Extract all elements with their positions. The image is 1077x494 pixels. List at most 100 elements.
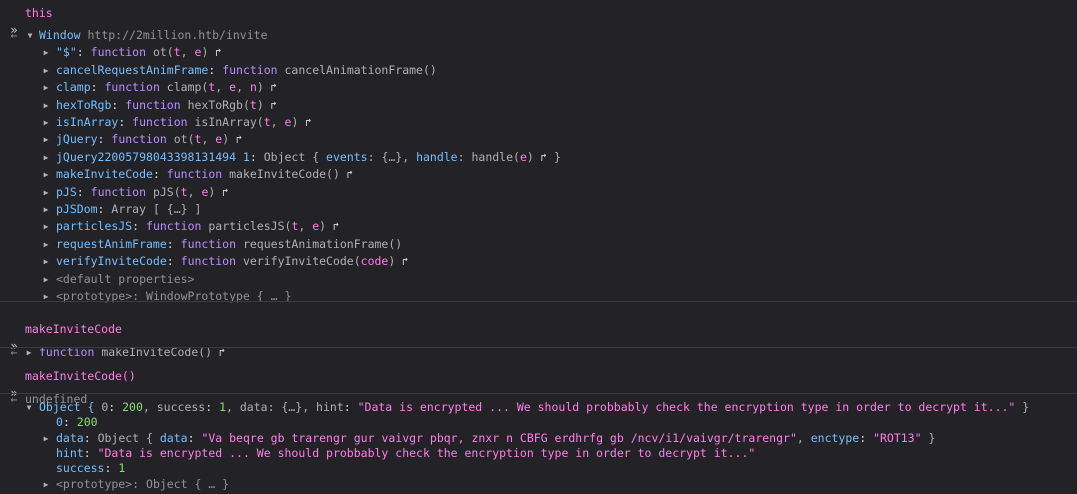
token: : [166, 236, 181, 251]
jump-to-definition-icon[interactable]: ↱ [298, 116, 312, 129]
console-input-text: makeInviteCode [25, 322, 122, 336]
token: : [90, 80, 105, 95]
token: t [263, 115, 271, 129]
token: : [208, 62, 223, 77]
token: success [56, 461, 105, 475]
collapsed-twisty-icon[interactable]: ▶ [41, 79, 51, 96]
jump-to-definition-icon[interactable]: ↱ [264, 81, 277, 94]
token: t [249, 97, 257, 112]
jump-to-definition-icon[interactable]: ↱ [395, 255, 409, 268]
token: pJSDom [56, 202, 98, 216]
tree-row-text: requestAnimFrame: function requestAnimat… [56, 236, 402, 253]
collapsed-twisty-icon[interactable]: ▶ [41, 271, 51, 288]
console-input-text: this [25, 6, 53, 20]
jump-to-definition-icon[interactable]: ↱ [326, 220, 340, 233]
collapsed-twisty-icon[interactable]: ▶ [41, 288, 51, 305]
tree-row-text: <default properties> [56, 271, 194, 288]
collapsed-twisty-icon[interactable]: ▶ [41, 253, 51, 270]
collapsed-twisty-icon[interactable]: ▶ [41, 149, 51, 166]
jump-to-definition-icon[interactable]: ↱ [340, 168, 354, 181]
token: success [156, 400, 206, 414]
collapsed-twisty-icon[interactable]: ▶ [41, 184, 51, 201]
collapsed-twisty-icon[interactable]: ▶ [41, 44, 51, 61]
token: pJS [56, 184, 77, 199]
token: code [360, 254, 389, 269]
tree-row-text: particlesJS: function particlesJS(t, e) … [56, 218, 339, 235]
tree-row-text: jQuery22005798043398131494 1: Object { e… [56, 149, 561, 166]
expanded-twisty-icon[interactable]: ▼ [24, 399, 34, 416]
token: "Data is encrypted ... We should probbab… [97, 446, 756, 460]
token: 200 [122, 400, 143, 414]
collapsed-twisty-icon[interactable]: ▶ [41, 201, 51, 218]
jump-to-definition-icon[interactable]: ↱ [534, 151, 547, 164]
tree-row-text: <prototype>: Object { … } [56, 476, 229, 493]
token: : [457, 149, 472, 164]
collapsed-twisty-icon[interactable]: ▶ [41, 218, 51, 235]
tree-row-text: pJSDom: Array [ {…} ] [56, 201, 201, 218]
jump-to-definition-icon[interactable]: ↱ [215, 186, 229, 199]
collapsed-twisty-icon[interactable]: ▶ [41, 430, 51, 447]
token: ) [256, 80, 264, 95]
collapsed-twisty-icon[interactable]: ▶ [41, 166, 51, 183]
console-input-row[interactable]: » makeInviteCode() [0, 368, 135, 400]
collapsed-twisty-icon[interactable]: ▶ [41, 236, 51, 253]
output-arrow-icon: ← [10, 28, 18, 42]
tree-row-text: jQuery: function ot(t, e) ↱ [56, 131, 242, 148]
collapsed-twisty-icon[interactable]: ▶ [41, 114, 51, 131]
token: verifyInviteCode( [236, 254, 361, 269]
console-input-row[interactable]: » makeInviteCode [0, 321, 122, 353]
token: isInArray [56, 115, 119, 129]
token: , [180, 45, 195, 60]
token: t [180, 184, 188, 199]
tree-row-text: Object { 0: 200, success: 1, data: {…}, … [39, 399, 1029, 416]
jump-to-definition-icon[interactable]: ↱ [208, 46, 222, 59]
token: ) [256, 97, 264, 112]
token: 0 [56, 415, 63, 429]
token: handle [416, 149, 458, 164]
token: makeInviteCode [56, 167, 153, 182]
token: hexToRgb( [180, 97, 250, 112]
token: , [215, 80, 230, 95]
collapsed-twisty-icon[interactable]: ▶ [41, 97, 51, 114]
token: : [132, 219, 147, 234]
tree-row-text: pJS: function pJS(t, e) ↱ [56, 184, 229, 201]
token: : [249, 149, 264, 164]
token: : [76, 184, 91, 199]
token: : [343, 400, 358, 414]
tree-row-text: hint: "Data is encrypted ... We should p… [56, 445, 755, 462]
console-input-row[interactable]: » this [0, 5, 1077, 37]
token: cancelAnimationFrame() [277, 62, 437, 77]
token: Object { [263, 149, 327, 164]
token: t [173, 45, 181, 60]
entry-divider [0, 347, 1077, 348]
token: , [226, 400, 240, 414]
token: : [166, 254, 181, 269]
token: hint [316, 400, 344, 414]
token: function [111, 132, 167, 147]
token: hexToRgb [56, 97, 112, 112]
token: clamp [56, 80, 91, 95]
entry-divider [0, 393, 1077, 394]
token: Object { [97, 431, 160, 445]
token: , [298, 219, 313, 234]
jump-to-definition-icon[interactable]: ↱ [229, 133, 243, 146]
token: : [83, 431, 98, 445]
token: data [56, 431, 84, 445]
token: function [166, 167, 223, 182]
token: function [104, 80, 160, 95]
token: e [519, 149, 527, 164]
expanded-twisty-icon[interactable]: ▼ [25, 27, 35, 44]
tree-row-text: hexToRgb: function hexToRgb(t) ↱ [56, 97, 277, 114]
collapsed-twisty-icon[interactable]: ▶ [41, 476, 51, 493]
token: n [249, 80, 257, 95]
jump-to-definition-icon[interactable]: ↱ [264, 99, 277, 112]
token: "$" [56, 45, 77, 60]
token: ) [526, 149, 534, 164]
token: 1 [219, 400, 227, 414]
collapsed-twisty-icon[interactable]: ▶ [41, 131, 51, 148]
token: http://2million.htb/invite [87, 28, 268, 42]
collapsed-twisty-icon[interactable]: ▶ [41, 62, 51, 79]
token: particlesJS [56, 219, 133, 234]
token: : [859, 431, 874, 445]
tree-row-text: Window http://2million.htb/invite [39, 27, 268, 44]
